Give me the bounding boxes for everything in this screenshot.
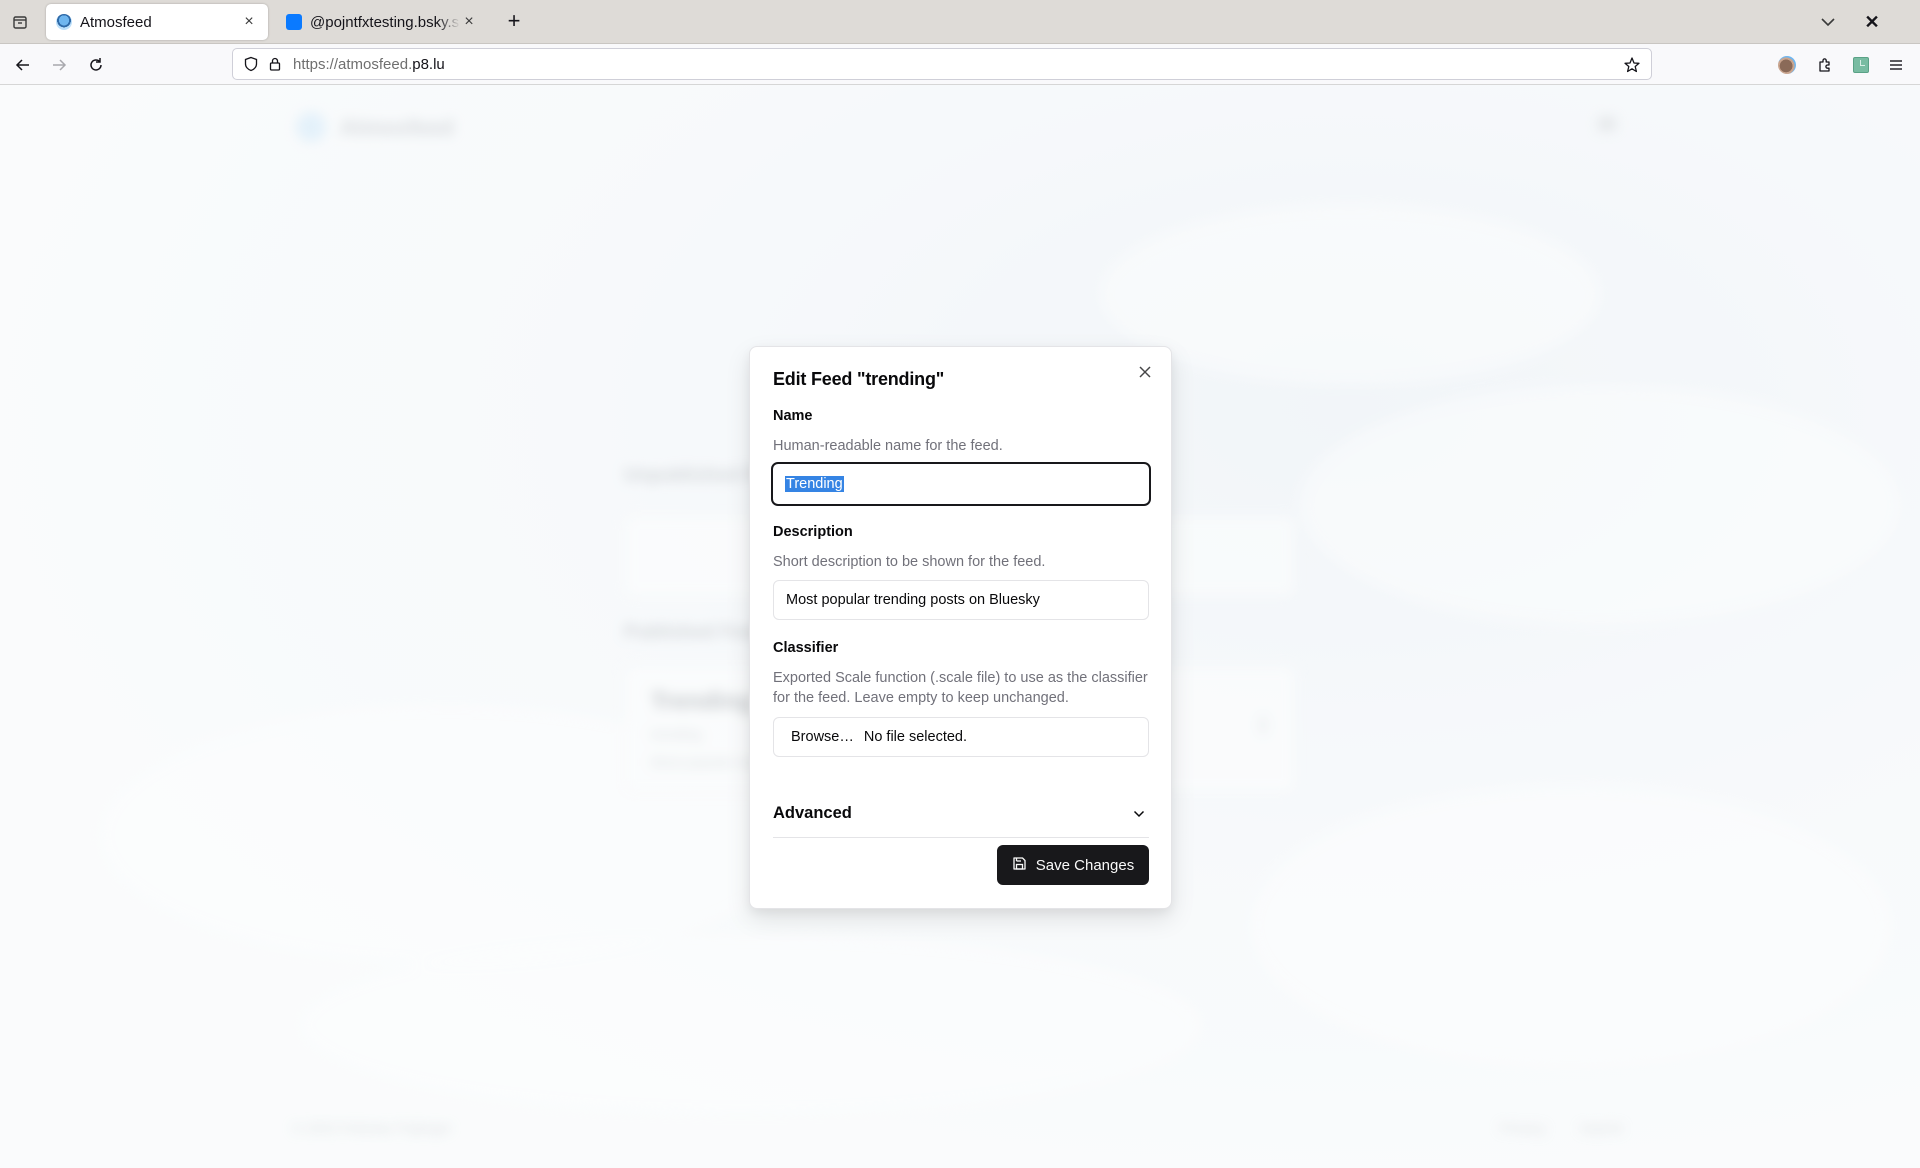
extension-icon[interactable] (1848, 52, 1874, 78)
address-bar[interactable]: https://atmosfeed.p8.lu (232, 48, 1652, 80)
dialog-title: Edit Feed "trending" (773, 369, 945, 389)
forward-arrow-icon[interactable] (46, 52, 72, 78)
tab-list-icon[interactable] (8, 10, 32, 34)
url-prefix: https://atmosfeed. (293, 55, 413, 73)
chevron-down-icon[interactable] (1816, 12, 1840, 32)
browser-navigation-bar: https://atmosfeed.p8.lu (0, 44, 1920, 85)
description-input-value: Most popular trending posts on Bluesky (786, 592, 1040, 608)
atmosfeed-favicon-icon (56, 14, 72, 30)
name-input[interactable]: Trending (771, 462, 1151, 506)
close-tab-icon[interactable]: × (460, 13, 478, 31)
window-close-icon[interactable]: ✕ (1860, 10, 1884, 34)
advanced-accordion-toggle[interactable]: Advanced (773, 790, 1149, 838)
bluesky-favicon-icon (286, 14, 302, 30)
close-tab-icon[interactable]: × (240, 13, 258, 31)
chevron-down-icon (1133, 805, 1145, 823)
file-status: No file selected. (863, 729, 968, 745)
advanced-label: Advanced (773, 804, 852, 822)
description-input[interactable]: Most popular trending posts on Bluesky (773, 580, 1149, 620)
hamburger-menu-icon[interactable] (1883, 52, 1909, 78)
description-label: Description (773, 524, 853, 540)
description-help-text: Short description to be shown for the fe… (773, 554, 1046, 570)
lock-icon[interactable] (265, 54, 285, 74)
tab-atmosfeed[interactable]: Atmosfeed × (46, 4, 268, 40)
classifier-file-input[interactable]: Browse… No file selected. (773, 717, 1149, 757)
tab-title: Atmosfeed (80, 13, 152, 31)
reload-icon[interactable] (83, 52, 109, 78)
classifier-label: Classifier (773, 640, 839, 656)
new-tab-button[interactable]: + (502, 10, 526, 34)
classifier-help-text: Exported Scale function (.scale file) to… (773, 670, 1148, 706)
browser-tab-bar: Atmosfeed × @pojntfxtesting.bsky.social … (0, 0, 1920, 44)
back-arrow-icon[interactable] (10, 52, 36, 78)
url-domain: p8.lu (412, 55, 445, 73)
save-changes-button[interactable]: Save Changes (997, 845, 1149, 885)
name-label: Name (773, 408, 813, 424)
account-avatar-icon[interactable] (1774, 52, 1800, 78)
bookmark-star-icon[interactable] (1621, 54, 1643, 76)
tab-bluesky-profile[interactable]: @pojntfxtesting.bsky.social × (276, 4, 488, 40)
tab-title: @pojntfxtesting.bsky.social (310, 13, 460, 31)
extensions-puzzle-icon[interactable] (1812, 52, 1838, 78)
name-input-value: Trending (785, 476, 844, 492)
save-icon (1012, 856, 1027, 875)
edit-feed-dialog: Edit Feed "trending" Name Human-readable… (749, 346, 1172, 909)
name-help-text: Human-readable name for the feed. (773, 438, 1003, 454)
close-dialog-icon[interactable] (1134, 361, 1156, 383)
save-changes-label: Save Changes (1035, 856, 1135, 874)
url-text: https://atmosfeed.p8.lu (293, 56, 445, 73)
browse-button[interactable]: Browse… (791, 729, 854, 745)
shield-icon[interactable] (241, 54, 261, 74)
